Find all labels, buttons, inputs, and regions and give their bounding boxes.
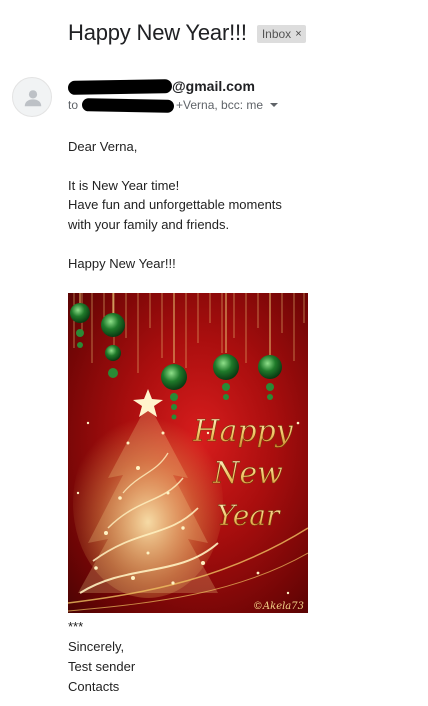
sender-domain: @gmail.com [172, 78, 255, 94]
closing: Sincerely, [68, 639, 125, 654]
recipients-line: to +Verna, bcc: me [68, 97, 279, 113]
inbox-label[interactable]: Inbox × [256, 25, 306, 43]
redaction [81, 97, 175, 113]
inbox-label-text: Inbox [261, 27, 292, 41]
card-artwork: Happy New Year ©Akela73 [68, 293, 308, 612]
card-credit: ©Akela73 [253, 601, 304, 612]
card-text-year: Year [217, 499, 281, 532]
email-subject-row: Happy New Year!!! Inbox × [68, 20, 306, 46]
body-wish: Happy New Year!!! [68, 256, 176, 271]
sender-address[interactable]: @gmail.com [67, 78, 255, 96]
caret-down-icon[interactable] [270, 103, 279, 107]
body-line-1: It is New Year time! [68, 178, 180, 193]
ornaments [70, 303, 282, 420]
recipients-list: +Verna, bcc: me [176, 98, 264, 112]
redaction [67, 79, 173, 96]
signature: Test sender [68, 659, 136, 674]
stars-separator: *** [68, 619, 84, 634]
card-text-happy: Happy [192, 414, 293, 449]
recipients-prefix: to [68, 98, 79, 112]
body-line-3: with your family and friends. [68, 217, 230, 232]
body-line-2: Have fun and unforgettable moments [68, 197, 282, 212]
card-text-new: New [212, 456, 283, 491]
person-icon [24, 90, 42, 107]
new-year-card-image: Happy New Year ©Akela73 [68, 293, 308, 613]
greeting: Dear Verna, [68, 139, 138, 154]
email-subject: Happy New Year!!! [68, 20, 247, 45]
close-icon[interactable]: × [295, 27, 301, 41]
contacts-line: Contacts [68, 679, 120, 694]
avatar[interactable] [12, 77, 52, 117]
